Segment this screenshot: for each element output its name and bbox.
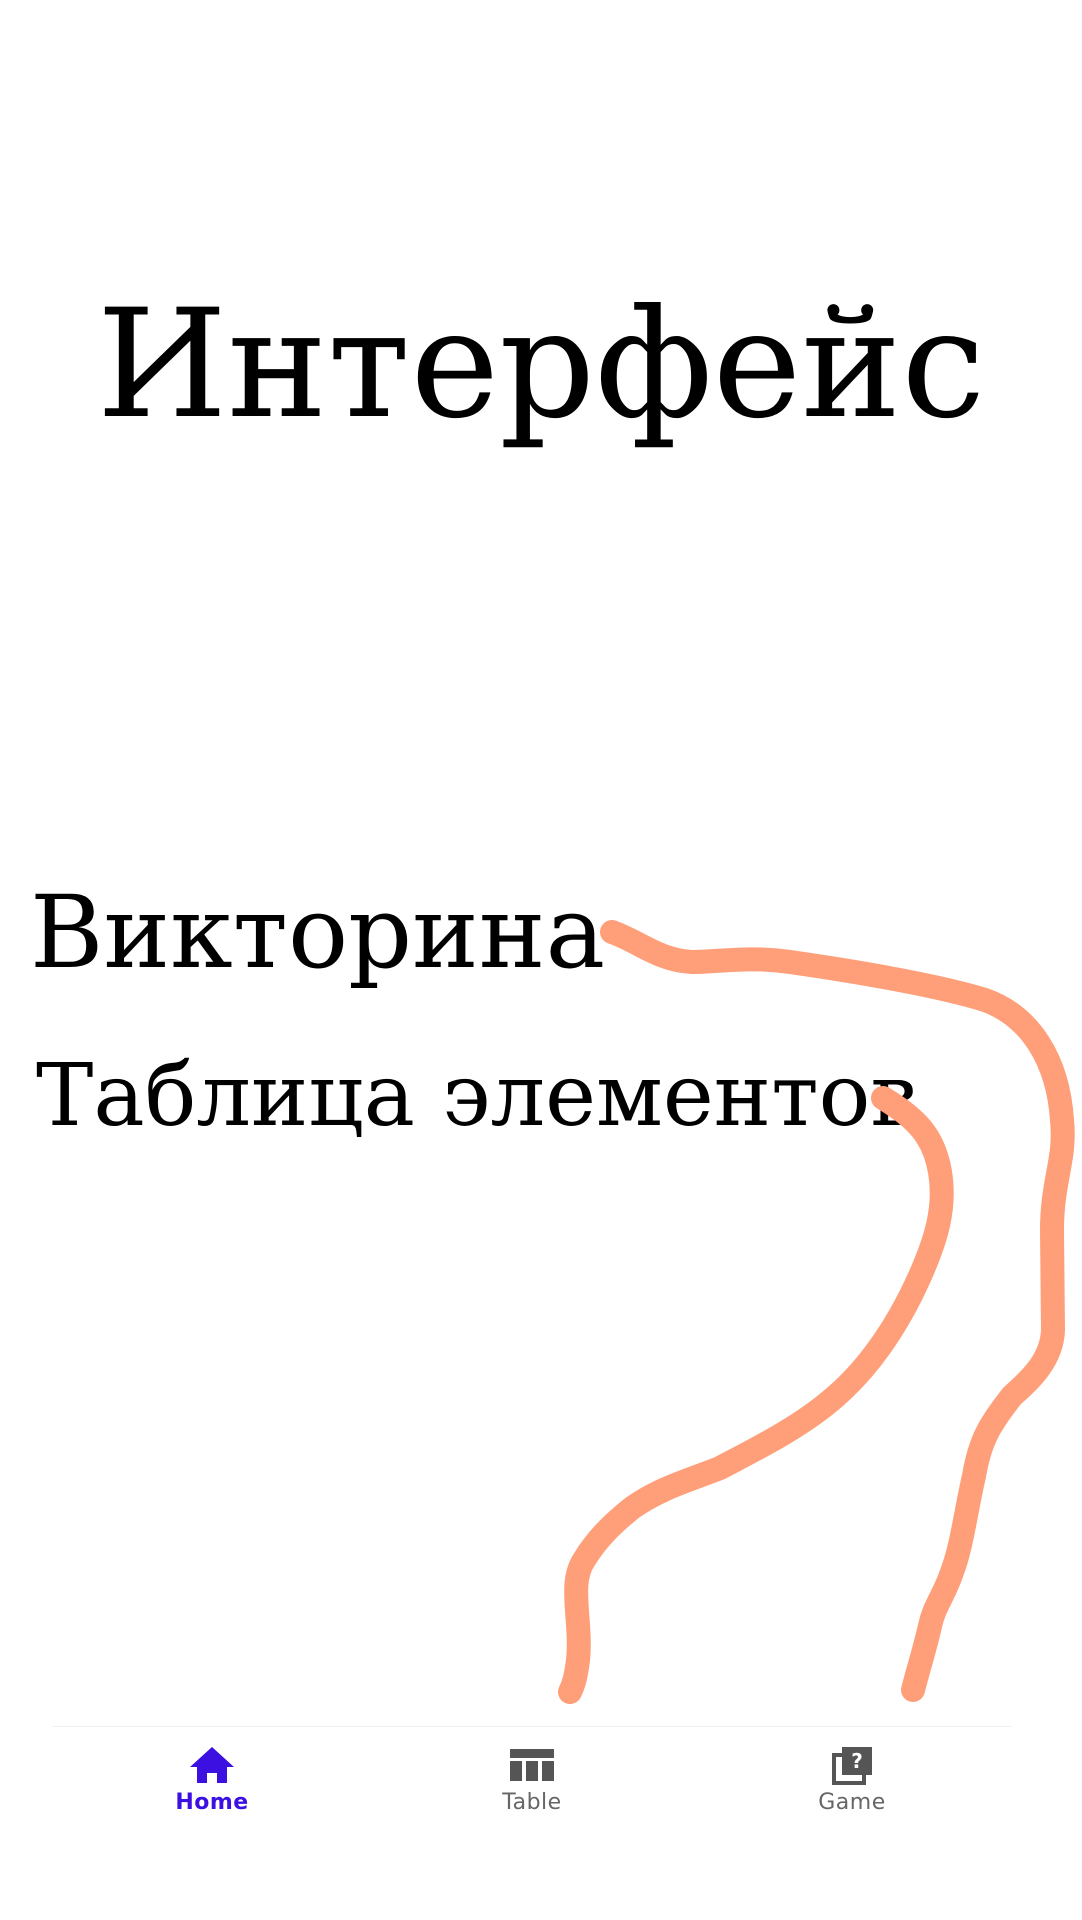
page-title: Интерфейс (96, 278, 986, 452)
element-table-link[interactable]: Таблица элементов (36, 1048, 919, 1144)
home-icon (190, 1747, 234, 1783)
nav-item-game[interactable]: ? Game (692, 1727, 1012, 1847)
nav-label-home: Home (175, 1790, 249, 1815)
screen: Интерфейс Викторина Таблица элементов Ho… (0, 0, 1082, 1920)
nav-item-table[interactable]: Table (372, 1727, 692, 1847)
bottom-navigation-bar: Home Table ? Game (52, 1726, 1012, 1847)
nav-label-table: Table (502, 1790, 562, 1815)
nav-label-game: Game (818, 1790, 886, 1815)
nav-item-home[interactable]: Home (52, 1727, 372, 1847)
quiz-game-icon: ? (832, 1747, 872, 1785)
svg-text:?: ? (851, 1749, 863, 1773)
table-icon (510, 1749, 554, 1781)
quiz-link[interactable]: Викторина (30, 878, 605, 988)
annotation-stroke-table (558, 1086, 954, 1704)
